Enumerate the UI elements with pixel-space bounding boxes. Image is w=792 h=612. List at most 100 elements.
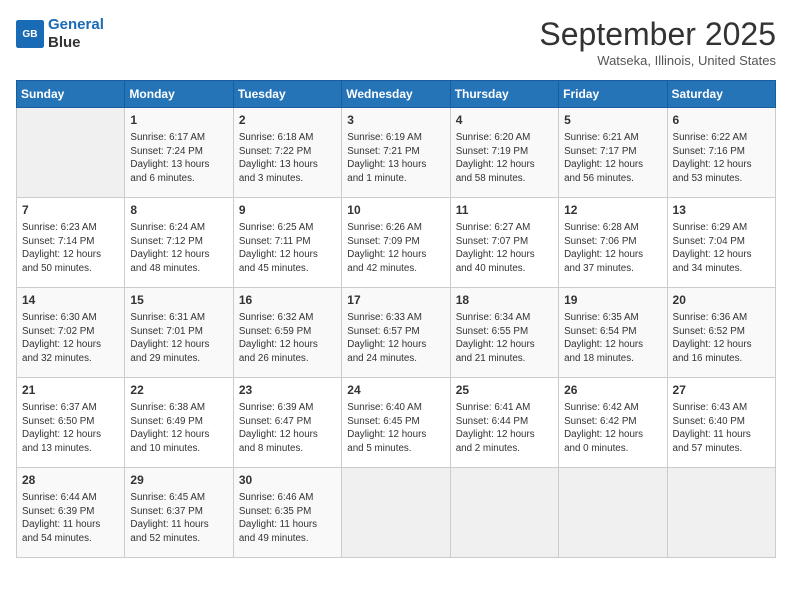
day-number: 20 — [673, 292, 770, 309]
day-number: 19 — [564, 292, 661, 309]
day-info: Sunrise: 6:20 AMSunset: 7:19 PMDaylight:… — [456, 131, 553, 186]
calendar-cell: 30 Sunrise: 6:46 AMSunset: 6:35 PMDayligh… — [233, 468, 341, 558]
day-number: 30 — [239, 472, 336, 489]
calendar-cell: 6 Sunrise: 6:22 AMSunset: 7:16 PMDaylight… — [667, 108, 775, 198]
calendar-cell: 4 Sunrise: 6:20 AMSunset: 7:19 PMDaylight… — [450, 108, 558, 198]
calendar-header: SundayMondayTuesdayWednesdayThursdayFrid… — [17, 81, 776, 108]
day-number: 7 — [22, 202, 119, 219]
day-info: Sunrise: 6:35 AMSunset: 6:54 PMDaylight:… — [564, 311, 661, 366]
day-number: 29 — [130, 472, 227, 489]
day-number: 27 — [673, 382, 770, 399]
calendar-cell: 11 Sunrise: 6:27 AMSunset: 7:07 PMDayligh… — [450, 198, 558, 288]
day-number: 16 — [239, 292, 336, 309]
header-monday: Monday — [125, 81, 233, 108]
calendar-cell: 26 Sunrise: 6:42 AMSunset: 6:42 PMDayligh… — [559, 378, 667, 468]
day-info: Sunrise: 6:28 AMSunset: 7:06 PMDaylight:… — [564, 221, 661, 276]
day-number: 18 — [456, 292, 553, 309]
calendar-cell — [450, 468, 558, 558]
day-number: 13 — [673, 202, 770, 219]
week-row-3: 14Sunrise: 6:30 AMSunset: 7:02 PMDayligh… — [17, 288, 776, 378]
week-row-5: 28 Sunrise: 6:44 AMSunset: 6:39 PMDayligh… — [17, 468, 776, 558]
day-info: Sunrise: 6:32 AMSunset: 6:59 PMDaylight:… — [239, 311, 336, 366]
day-number: 24 — [347, 382, 444, 399]
calendar-cell: 22 Sunrise: 6:38 AMSunset: 6:49 PMDayligh… — [125, 378, 233, 468]
day-number: 3 — [347, 112, 444, 129]
week-row-4: 21 Sunrise: 6:37 AMSunset: 6:50 PMDayligh… — [17, 378, 776, 468]
day-info: Sunrise: 6:42 AMSunset: 6:42 PMDaylight:… — [564, 401, 661, 456]
day-info: Sunrise: 6:45 AMSunset: 6:37 PMDaylight:… — [130, 491, 227, 546]
day-number: 1 — [130, 112, 227, 129]
calendar-cell — [342, 468, 450, 558]
calendar-cell: 13 Sunrise: 6:29 AMSunset: 7:04 PMDayligh… — [667, 198, 775, 288]
day-info: Sunrise: 6:26 AMSunset: 7:09 PMDaylight:… — [347, 221, 444, 276]
calendar-cell: 25Sunrise: 6:41 AMSunset: 6:44 PMDayligh… — [450, 378, 558, 468]
title-block: September 2025 Watseka, Illinois, United… — [539, 16, 776, 68]
calendar-cell — [17, 108, 125, 198]
calendar-cell: 24 Sunrise: 6:40 AMSunset: 6:45 PMDayligh… — [342, 378, 450, 468]
calendar-cell: 28 Sunrise: 6:44 AMSunset: 6:39 PMDayligh… — [17, 468, 125, 558]
calendar-cell: 5 Sunrise: 6:21 AMSunset: 7:17 PMDaylight… — [559, 108, 667, 198]
header-thursday: Thursday — [450, 81, 558, 108]
day-info: Sunrise: 6:25 AMSunset: 7:11 PMDaylight:… — [239, 221, 336, 276]
header-friday: Friday — [559, 81, 667, 108]
calendar-cell: 17 Sunrise: 6:33 AMSunset: 6:57 PMDayligh… — [342, 288, 450, 378]
day-number: 17 — [347, 292, 444, 309]
calendar-cell — [559, 468, 667, 558]
day-info: Sunrise: 6:34 AMSunset: 6:55 PMDaylight:… — [456, 311, 553, 366]
day-info: Sunrise: 6:21 AMSunset: 7:17 PMDaylight:… — [564, 131, 661, 186]
day-number: 26 — [564, 382, 661, 399]
day-number: 4 — [456, 112, 553, 129]
calendar-cell: 1 Sunrise: 6:17 AMSunset: 7:24 PMDaylight… — [125, 108, 233, 198]
day-number: 5 — [564, 112, 661, 129]
day-info: Sunrise: 6:17 AMSunset: 7:24 PMDaylight:… — [130, 131, 227, 186]
logo: GB General Blue — [16, 16, 104, 52]
day-info: Sunrise: 6:18 AMSunset: 7:22 PMDaylight:… — [239, 131, 336, 186]
header-sunday: Sunday — [17, 81, 125, 108]
calendar-cell: 8Sunrise: 6:24 AMSunset: 7:12 PMDaylight… — [125, 198, 233, 288]
day-info: Sunrise: 6:22 AMSunset: 7:16 PMDaylight:… — [673, 131, 770, 186]
calendar-cell: 2Sunrise: 6:18 AMSunset: 7:22 PMDaylight… — [233, 108, 341, 198]
day-info: Sunrise: 6:46 AMSunset: 6:35 PMDaylight:… — [239, 491, 336, 546]
day-info: Sunrise: 6:44 AMSunset: 6:39 PMDaylight:… — [22, 491, 119, 546]
day-number: 9 — [239, 202, 336, 219]
day-number: 22 — [130, 382, 227, 399]
calendar-cell: 10Sunrise: 6:26 AMSunset: 7:09 PMDayligh… — [342, 198, 450, 288]
calendar-cell: 18 Sunrise: 6:34 AMSunset: 6:55 PMDayligh… — [450, 288, 558, 378]
day-info: Sunrise: 6:24 AMSunset: 7:12 PMDaylight:… — [130, 221, 227, 276]
day-info: Sunrise: 6:36 AMSunset: 6:52 PMDaylight:… — [673, 311, 770, 366]
day-number: 15 — [130, 292, 227, 309]
calendar-cell: 7Sunrise: 6:23 AMSunset: 7:14 PMDaylight… — [17, 198, 125, 288]
day-number: 21 — [22, 382, 119, 399]
day-info: Sunrise: 6:19 AMSunset: 7:21 PMDaylight:… — [347, 131, 444, 186]
day-number: 14 — [22, 292, 119, 309]
page-header: GB General Blue September 2025 Watseka, … — [16, 16, 776, 68]
day-info: Sunrise: 6:37 AMSunset: 6:50 PMDaylight:… — [22, 401, 119, 456]
day-info: Sunrise: 6:29 AMSunset: 7:04 PMDaylight:… — [673, 221, 770, 276]
day-number: 11 — [456, 202, 553, 219]
day-number: 12 — [564, 202, 661, 219]
day-number: 28 — [22, 472, 119, 489]
day-info: Sunrise: 6:39 AMSunset: 6:47 PMDaylight:… — [239, 401, 336, 456]
header-saturday: Saturday — [667, 81, 775, 108]
day-info: Sunrise: 6:27 AMSunset: 7:07 PMDaylight:… — [456, 221, 553, 276]
day-info: Sunrise: 6:33 AMSunset: 6:57 PMDaylight:… — [347, 311, 444, 366]
month-title: September 2025 — [539, 16, 776, 53]
logo-line1: General — [48, 16, 104, 33]
calendar-cell: 20 Sunrise: 6:36 AMSunset: 6:52 PMDayligh… — [667, 288, 775, 378]
calendar-cell — [667, 468, 775, 558]
week-row-1: 1 Sunrise: 6:17 AMSunset: 7:24 PMDaylight… — [17, 108, 776, 198]
day-info: Sunrise: 6:41 AMSunset: 6:44 PMDaylight:… — [456, 401, 553, 456]
calendar-cell: 14Sunrise: 6:30 AMSunset: 7:02 PMDayligh… — [17, 288, 125, 378]
week-row-2: 7Sunrise: 6:23 AMSunset: 7:14 PMDaylight… — [17, 198, 776, 288]
calendar-cell: 3 Sunrise: 6:19 AMSunset: 7:21 PMDaylight… — [342, 108, 450, 198]
calendar-table: SundayMondayTuesdayWednesdayThursdayFrid… — [16, 80, 776, 558]
calendar-cell: 9 Sunrise: 6:25 AMSunset: 7:11 PMDaylight… — [233, 198, 341, 288]
calendar-cell: 15Sunrise: 6:31 AMSunset: 7:01 PMDayligh… — [125, 288, 233, 378]
calendar-cell: 19 Sunrise: 6:35 AMSunset: 6:54 PMDayligh… — [559, 288, 667, 378]
day-info: Sunrise: 6:38 AMSunset: 6:49 PMDaylight:… — [130, 401, 227, 456]
header-tuesday: Tuesday — [233, 81, 341, 108]
location: Watseka, Illinois, United States — [539, 53, 776, 68]
day-info: Sunrise: 6:40 AMSunset: 6:45 PMDaylight:… — [347, 401, 444, 456]
day-number: 6 — [673, 112, 770, 129]
calendar-cell: 21 Sunrise: 6:37 AMSunset: 6:50 PMDayligh… — [17, 378, 125, 468]
